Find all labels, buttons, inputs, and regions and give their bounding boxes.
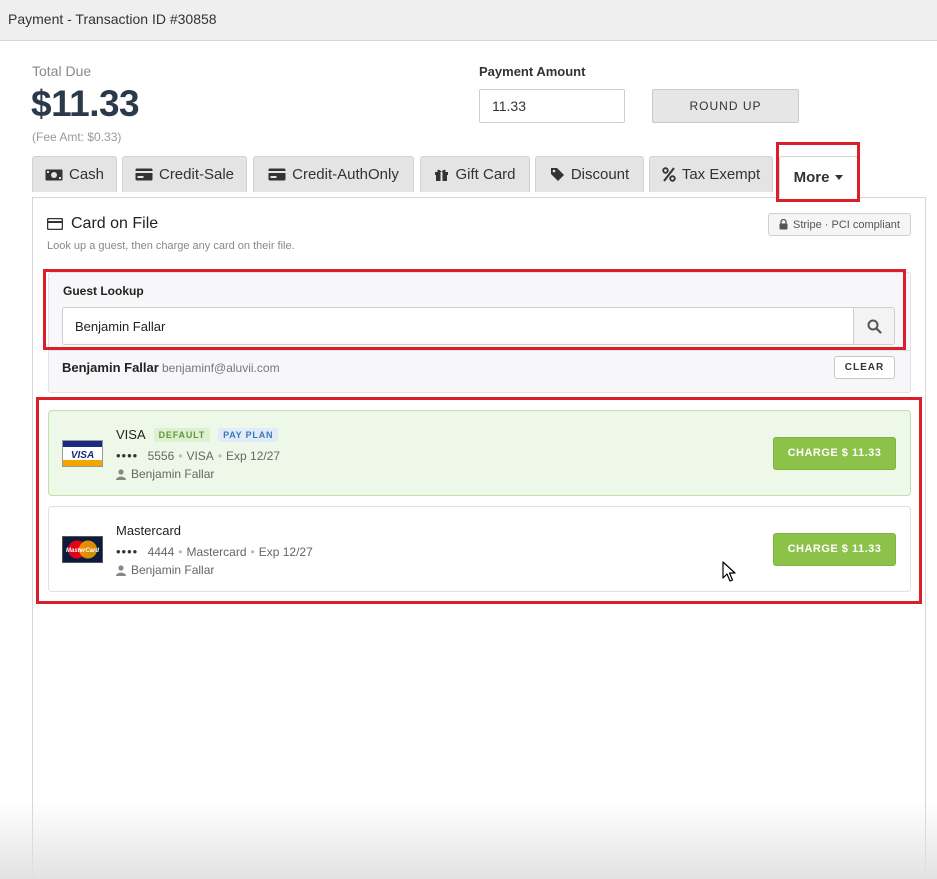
selected-guest-email: benjaminf@aluvii.com [162,361,280,375]
card-holder-name: Benjamin Fallar [131,467,215,481]
card-holder: Benjamin Fallar [116,563,214,577]
tab-gift-card[interactable]: Gift Card [420,156,530,192]
card-expiry: Exp 12/27 [226,449,281,463]
masked-digits: •••• [116,448,139,463]
guest-search-button[interactable] [853,307,895,345]
card-network: VISA [186,449,214,463]
card-brand-name: VISA [116,427,146,442]
search-icon [867,319,882,334]
tab-cash[interactable]: Cash [32,156,117,192]
cash-icon [45,169,63,180]
divider [48,350,911,351]
visa-logo-text: VISA [71,450,94,461]
pay-plan-badge: PAY PLAN [218,427,279,442]
credit-card-icon [268,168,286,181]
tab-label: Credit-Sale [158,166,235,183]
clear-guest-button[interactable]: CLEAR [834,356,895,379]
tab-label: Gift Card [455,166,516,183]
credit-card-icon [135,168,153,181]
visa-logo-icon: VISA [62,440,103,467]
gift-icon [435,169,449,181]
card-holder: Benjamin Fallar [116,467,214,481]
charge-mastercard-button[interactable]: CHARGE $ 11.33 [773,533,896,566]
guest-lookup-input[interactable] [62,307,854,345]
credit-card-icon [47,218,63,230]
saved-card-mastercard[interactable]: MasterCard Mastercard •••• 4444 • Masterca… [48,506,911,592]
total-due-label: Total Due [32,63,92,79]
user-icon [116,468,126,480]
card-brand-name: Mastercard [116,523,182,538]
card-last4: 4444 [147,545,175,559]
tab-tax-exempt[interactable]: Tax Exempt [649,156,773,192]
card-details: •••• 4444 • Mastercard • Exp 12/27 [116,544,313,559]
tab-label: Credit-AuthOnly [292,166,399,183]
window-title: Payment - Transaction ID #30858 [8,11,217,27]
user-icon [116,564,126,576]
tab-discount[interactable]: Discount [535,156,644,192]
tab-credit-authonly[interactable]: Credit-AuthOnly [253,156,414,192]
tab-more[interactable]: More [779,156,858,198]
mastercard-logo-icon: MasterCard [62,536,103,563]
percent-icon [662,167,676,182]
title-bar: Payment - Transaction ID #30858 [0,0,937,41]
bottom-fade [0,800,937,879]
round-up-button[interactable]: ROUND UP [652,89,799,123]
card-on-file-heading: Card on File [47,215,158,233]
guest-lookup-label: Guest Lookup [63,284,144,298]
saved-card-visa[interactable]: VISA VISA DEFAULT PAY PLAN •••• 5556 • VIS… [48,410,911,496]
tab-label: Cash [68,166,105,183]
tag-icon [550,168,564,181]
card-on-file-subtitle: Look up a guest, then charge any card on… [47,240,295,252]
card-holder-name: Benjamin Fallar [131,563,215,577]
default-badge: DEFAULT [153,427,211,442]
masked-digits: •••• [116,544,139,559]
mastercard-logo-text: MasterCard [66,548,99,554]
stripe-badge: Stripe · PCI compliant [768,213,911,236]
payment-amount-label: Payment Amount [479,64,586,79]
tab-label: Discount [570,166,630,183]
card-expiry: Exp 12/27 [258,545,313,559]
fee-amount: (Fee Amt: $0.33) [32,130,122,144]
stripe-badge-text: Stripe · PCI compliant [793,218,900,231]
card-details: •••• 5556 • VISA • Exp 12/27 [116,448,281,463]
caret-down-icon [835,175,844,180]
card-network: Mastercard [186,545,247,559]
card-on-file-title: Card on File [71,215,159,232]
payment-amount-input[interactable] [479,89,625,123]
tab-credit-sale[interactable]: Credit-Sale [122,156,247,192]
total-due-amount: $11.33 [31,83,140,124]
tab-label: Tax Exempt [681,166,761,183]
card-brand: Mastercard [116,523,181,538]
card-last4: 5556 [147,449,175,463]
tab-label: More [793,169,830,186]
charge-visa-button[interactable]: CHARGE $ 11.33 [773,437,896,470]
selected-guest-name: Benjamin Fallar [62,360,159,375]
lock-icon [779,219,788,230]
card-brand: VISA DEFAULT PAY PLAN [116,427,279,442]
mouse-cursor-icon [722,561,736,582]
